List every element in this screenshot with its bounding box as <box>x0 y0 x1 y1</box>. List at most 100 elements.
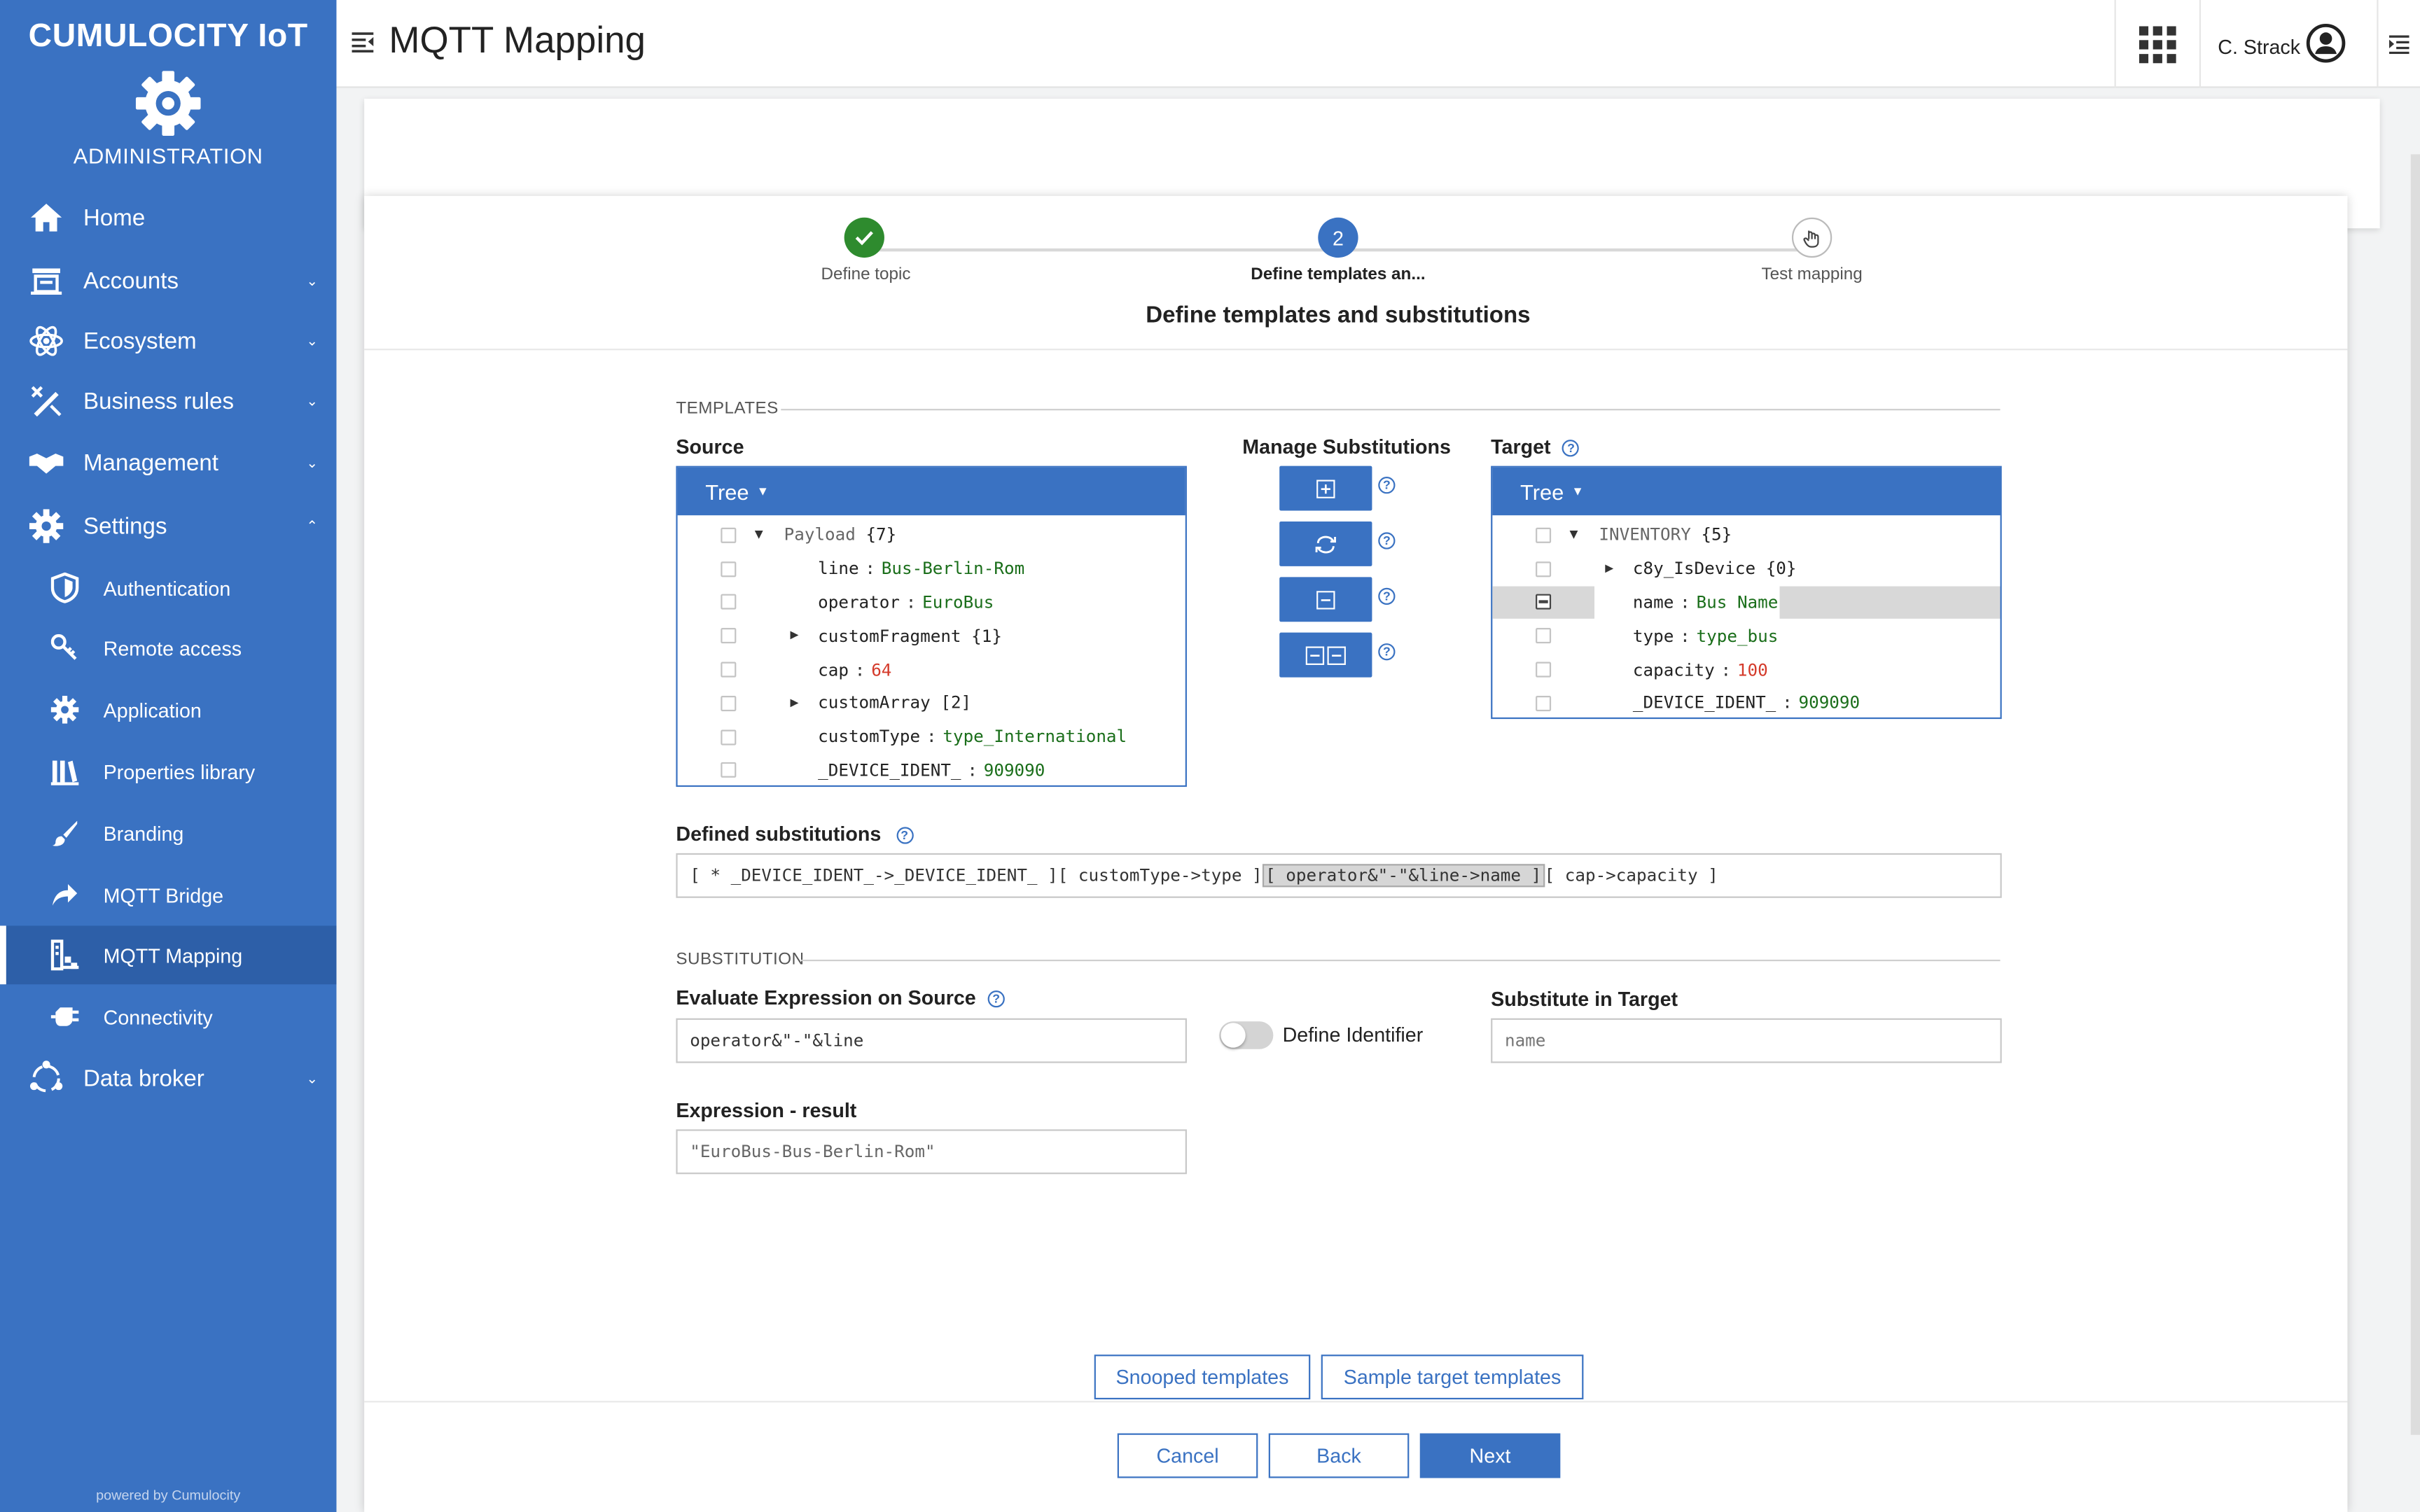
row-checkbox[interactable] <box>721 527 737 543</box>
data-broker-icon <box>28 1060 65 1097</box>
caret-expanded-icon[interactable]: ▼ <box>1570 528 1578 543</box>
step-pending-circle[interactable] <box>1791 217 1833 258</box>
sidebar-item-branding[interactable]: Branding <box>0 804 336 862</box>
toggle-navigator-icon[interactable] <box>352 31 374 52</box>
user-name[interactable]: C. Strack <box>2218 36 2300 59</box>
admin-gear-icon <box>135 71 201 136</box>
tree-row[interactable]: cap:64 <box>678 653 1185 687</box>
sidebar-item-mqtt-mapping[interactable]: MQTT Mapping <box>0 925 337 985</box>
help-icon[interactable]: ? <box>896 827 913 844</box>
row-checkbox-indeterminate[interactable] <box>1536 594 1552 610</box>
help-icon[interactable]: ? <box>1378 643 1396 661</box>
tree-row[interactable]: ▶ customArray [2] <box>678 687 1185 720</box>
row-checkbox[interactable] <box>721 762 737 778</box>
row-checkbox[interactable] <box>721 594 737 610</box>
substitution-item[interactable]: [ * _DEVICE_IDENT_->_DEVICE_IDENT_ ] <box>690 865 1058 886</box>
source-view-mode-dropdown[interactable]: Tree ▼ <box>677 467 1185 516</box>
row-checkbox[interactable] <box>721 729 737 745</box>
defined-substitutions-label-row: Defined substitutions ? <box>676 822 913 846</box>
tree-value: Bus Name <box>1696 592 1779 612</box>
tree-row[interactable]: capacity:100 <box>1492 653 2000 687</box>
tree-row[interactable]: customType: type_International <box>678 720 1185 754</box>
tree-row-root[interactable]: ▼ INVENTORY {5} <box>1492 519 2000 552</box>
update-substitution-button[interactable] <box>1279 521 1372 566</box>
tree-row[interactable]: ▶ c8y_IsDevice {0} <box>1492 552 2000 586</box>
tree-row[interactable]: operator: EuroBus <box>678 586 1185 620</box>
key-icon <box>50 633 81 664</box>
tree-value: EuroBus <box>922 592 994 612</box>
row-checkbox[interactable] <box>721 695 737 711</box>
target-view-mode-dropdown[interactable]: Tree ▼ <box>1492 467 2001 516</box>
snooped-templates-button[interactable]: Snooped templates <box>1094 1354 1311 1400</box>
next-button[interactable]: Next <box>1419 1433 1561 1478</box>
stepper-header: Define topic 2 Define templates an... Te… <box>364 196 2348 351</box>
row-checkbox[interactable] <box>1536 628 1552 644</box>
sidebar-item-authentication[interactable]: Authentication <box>0 559 336 617</box>
tree-row[interactable]: line: Bus-Berlin-Rom <box>678 552 1185 586</box>
delete-substitution-button[interactable] <box>1279 577 1372 622</box>
tree-row[interactable]: ▶ customFragment {1} <box>678 620 1185 653</box>
powered-by: powered by Cumulocity <box>96 1487 241 1503</box>
tree-root-count: {5} <box>1701 525 1732 545</box>
sidebar-item-remote-access[interactable]: Remote access <box>0 619 336 678</box>
sidebar-item-connectivity[interactable]: Connectivity <box>0 988 336 1046</box>
tree-row[interactable]: type: type_bus <box>1492 620 2000 653</box>
tree-row[interactable]: _DEVICE_IDENT_:909090 <box>1492 687 2000 720</box>
caret-expanded-icon[interactable]: ▼ <box>755 528 763 543</box>
tree-row-root[interactable]: ▼ Payload {7} <box>678 519 1185 552</box>
app-switcher-button[interactable] <box>2114 0 2202 88</box>
row-checkbox[interactable] <box>721 662 737 678</box>
help-icon[interactable]: ? <box>1378 532 1396 550</box>
tree-key: _DEVICE_IDENT_ <box>1632 693 1776 714</box>
substitution-item[interactable]: [ customType->type ] <box>1058 865 1263 886</box>
nav-management[interactable]: Management ⌄ <box>0 433 336 492</box>
nav-ecosystem[interactable]: Ecosystem ⌄ <box>0 312 336 370</box>
help-icon[interactable]: ? <box>1378 587 1396 605</box>
define-identifier-toggle[interactable] <box>1219 1021 1274 1049</box>
step-done-circle[interactable] <box>844 217 884 258</box>
nav-business-rules[interactable]: Business rules ⌄ <box>0 372 336 430</box>
sample-target-templates-button[interactable]: Sample target templates <box>1321 1354 1584 1400</box>
tree-row[interactable]: _DEVICE_IDENT_:909090 <box>678 754 1185 788</box>
tree-key: customType <box>818 727 921 748</box>
nav-data-broker[interactable]: Data broker ⌄ <box>0 1049 336 1108</box>
sidebar-item-mqtt-bridge[interactable]: MQTT Bridge <box>0 865 336 924</box>
sidebar-item-properties-library[interactable]: Properties library <box>0 742 336 801</box>
row-checkbox[interactable] <box>1536 527 1552 543</box>
nav-home[interactable]: Home <box>0 188 336 247</box>
caret-collapsed-icon[interactable]: ▶ <box>790 629 798 644</box>
caret-collapsed-icon[interactable]: ▶ <box>1605 561 1613 577</box>
gear-icon <box>28 507 65 545</box>
templates-caption: TEMPLATES <box>676 399 779 419</box>
nav-accounts[interactable]: Accounts ⌄ <box>0 251 336 310</box>
brush-icon <box>50 818 81 848</box>
add-substitution-button[interactable] <box>1279 465 1372 511</box>
caret-collapsed-icon[interactable]: ▶ <box>790 696 798 711</box>
row-checkbox[interactable] <box>1536 695 1552 711</box>
row-checkbox[interactable] <box>721 561 737 577</box>
row-checkbox[interactable] <box>1536 662 1552 678</box>
help-icon[interactable]: ? <box>987 990 1005 1008</box>
expression-input[interactable]: operator&"-"&line <box>676 1018 1187 1063</box>
sidebar: CUMULOCITY IoT ADMINISTRATION Home Accou… <box>0 0 337 1512</box>
delete-all-substitutions-button[interactable] <box>1279 632 1372 678</box>
help-icon[interactable]: ? <box>1378 477 1396 494</box>
row-checkbox[interactable] <box>721 628 737 644</box>
right-drawer-toggle[interactable] <box>2377 0 2420 88</box>
back-button[interactable]: Back <box>1268 1433 1410 1478</box>
page-scrollbar[interactable] <box>2410 154 2420 1435</box>
user-avatar-icon[interactable] <box>2306 23 2346 63</box>
step-label-test-mapping: Test mapping <box>1761 265 1863 284</box>
nav-settings[interactable]: Settings ⌃ <box>0 497 336 556</box>
step-active-circle[interactable]: 2 <box>1318 217 1358 258</box>
row-checkbox[interactable] <box>1536 561 1552 577</box>
sidebar-item-application[interactable]: Application <box>0 680 336 739</box>
help-icon[interactable]: ? <box>1562 440 1580 457</box>
cancel-button[interactable]: Cancel <box>1117 1433 1258 1478</box>
substitution-item[interactable]: [ cap->capacity ] <box>1545 865 1718 886</box>
substitution-item-selected[interactable]: [ operator&"-"&line->name ] <box>1262 864 1545 888</box>
target-template-editor[interactable]: Tree ▼ ▼ INVENTORY {5} ▶ c8y_IsDevice {0} n… <box>1491 465 2002 720</box>
tree-row-selected[interactable]: name: Bus Name <box>1492 585 2001 620</box>
substitute-target-input[interactable] <box>1491 1018 2002 1063</box>
source-template-editor[interactable]: Tree ▼ ▼ Payload {7} line: Bus-Berlin-Rom o… <box>676 465 1187 788</box>
